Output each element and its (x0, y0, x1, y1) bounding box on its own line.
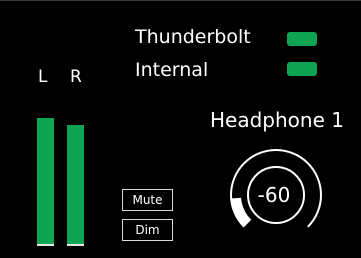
channel-label-left: L (38, 67, 48, 87)
source-internal-led[interactable] (287, 62, 317, 76)
dim-button[interactable]: Dim (122, 219, 173, 241)
source-label-internal: Internal (135, 59, 209, 81)
volume-knob[interactable]: -60 (222, 149, 330, 239)
meter-right-level (67, 125, 84, 246)
output-label: Headphone 1 (210, 108, 344, 132)
source-label-thunderbolt: Thunderbolt (135, 26, 251, 48)
source-thunderbolt-led[interactable] (287, 32, 317, 46)
audio-mixer-panel: Thunderbolt Internal L R Mute Dim Headph… (0, 0, 361, 258)
volume-value: -60 (258, 183, 291, 207)
mute-button[interactable]: Mute (122, 189, 173, 211)
meter-left-level (37, 118, 54, 246)
channel-label-right: R (70, 67, 82, 87)
